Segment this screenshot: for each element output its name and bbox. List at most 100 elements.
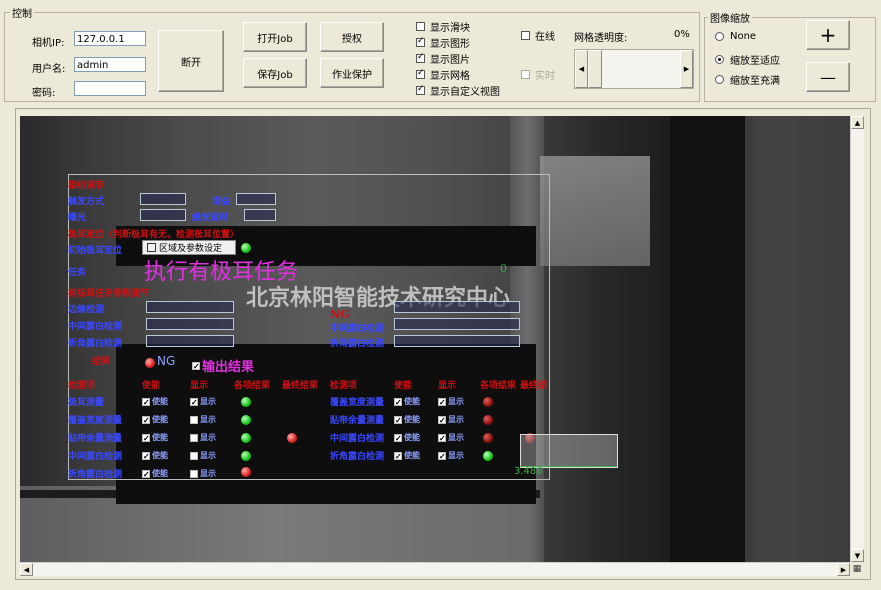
edge-detect-field-right[interactable] xyxy=(394,301,520,313)
zoom-group-title: 图像缩放 xyxy=(708,10,752,25)
checkbox-icon xyxy=(438,397,446,407)
edge-detect-field[interactable] xyxy=(146,301,234,313)
job-protect-button[interactable]: 作业保护 xyxy=(320,58,384,88)
password-label: 密码: xyxy=(32,88,56,99)
header-show-right: 显示 xyxy=(438,381,457,391)
show-image-checkbox[interactable]: 显示图片 xyxy=(416,51,470,66)
fold-white-detect-field-right[interactable] xyxy=(394,335,520,347)
username-input[interactable]: admin xyxy=(74,57,146,72)
mid-white-detect-label: 中间露白检测 xyxy=(68,322,123,332)
item-result-led-right xyxy=(482,396,494,408)
result-label: 结果 xyxy=(92,357,111,367)
zoom-fit-radio[interactable]: 缩放至适应 xyxy=(715,52,780,67)
slider-thumb[interactable] xyxy=(588,50,602,88)
enable-checkbox-right[interactable]: 使能 xyxy=(394,432,420,443)
scroll-down-arrow-icon[interactable]: ▼ xyxy=(851,549,864,562)
image-viewer[interactable]: 相机调节 触发方式 增益 曝光 触发延时 极耳定位（判断极耳有无，检测极耳位置）… xyxy=(20,116,864,562)
output-result-checkbox[interactable]: 输出结果 xyxy=(192,356,254,375)
online-checkbox[interactable]: 在线 xyxy=(521,28,555,43)
enable-checkbox[interactable]: 使能 xyxy=(142,468,168,479)
row-label: 折角露白检测 xyxy=(68,470,123,480)
zoom-out-button[interactable]: — xyxy=(806,62,850,92)
show-custom-view-checkbox[interactable]: 显示自定义视图 xyxy=(416,83,500,98)
save-job-button[interactable]: 保存Job xyxy=(243,58,307,88)
show-slider-checkbox[interactable]: 显示滑块 xyxy=(416,19,470,34)
enable-checkbox-right[interactable]: 使能 xyxy=(394,414,420,425)
zoom-in-button[interactable]: + xyxy=(806,20,850,50)
header-each-result: 各项结果 xyxy=(234,381,271,391)
item-result-led xyxy=(240,396,252,408)
camera-ip-input[interactable]: 127.0.0.1 xyxy=(74,31,146,46)
checkbox-icon xyxy=(190,433,198,442)
open-job-button[interactable]: 打开Job xyxy=(243,22,307,52)
horizontal-scrollbar[interactable]: ◀ ▶ xyxy=(20,562,850,576)
scroll-up-arrow-icon[interactable]: ▲ xyxy=(851,116,864,129)
show-checkbox-right[interactable]: 显示 xyxy=(438,450,464,461)
item-result-led-right xyxy=(482,432,494,444)
show-checkbox-right[interactable]: 显示 xyxy=(438,396,464,407)
disconnect-button[interactable]: 断开 xyxy=(158,30,224,92)
item-result-led xyxy=(240,450,252,462)
trigger-mode-label: 触发方式 xyxy=(68,197,105,207)
checkbox-icon xyxy=(142,433,150,443)
grid-corner-icon: ▦ xyxy=(852,564,862,574)
header-item-right: 检测项 xyxy=(330,381,358,391)
show-checkbox-right[interactable]: 显示 xyxy=(438,414,464,425)
checkbox-icon xyxy=(438,433,446,443)
item-result-led-right xyxy=(482,450,494,462)
trigger-delay-input[interactable] xyxy=(244,209,276,221)
grid-opacity-slider[interactable]: ◀ ▶ xyxy=(574,49,694,89)
checkbox-icon xyxy=(142,415,150,425)
task-param-title: 有极耳任务参数调节 xyxy=(68,289,150,299)
result-value: NG xyxy=(157,354,176,368)
mid-white-detect-label-right: 中间露白检测 xyxy=(330,324,385,334)
fold-white-detect-label-right: 折角露白检测 xyxy=(330,339,385,349)
grid-opacity-value: 0% xyxy=(674,29,690,40)
enable-checkbox-right[interactable]: 使能 xyxy=(394,450,420,461)
enable-checkbox[interactable]: 使能 xyxy=(142,414,168,425)
zoom-none-radio[interactable]: None xyxy=(715,31,756,42)
scroll-right-arrow-icon[interactable]: ▶ xyxy=(837,563,850,576)
scroll-left-arrow-icon[interactable]: ◀ xyxy=(20,563,33,576)
show-checkbox[interactable]: 显示 xyxy=(190,468,216,479)
region-param-button[interactable]: 区域及参数设定 xyxy=(142,240,236,255)
authorize-button[interactable]: 授权 xyxy=(320,22,384,52)
show-graphics-checkbox[interactable]: 显示图形 xyxy=(416,35,470,50)
vertical-scrollbar[interactable]: ▲ ▼ xyxy=(850,116,864,562)
password-input[interactable] xyxy=(74,81,146,96)
mid-white-detect-field[interactable] xyxy=(146,318,234,330)
username-label: 用户名: xyxy=(32,64,66,75)
checkbox-icon xyxy=(521,70,530,79)
enable-checkbox[interactable]: 使能 xyxy=(142,396,168,407)
radio-icon xyxy=(715,32,724,41)
checkbox-icon xyxy=(416,38,425,47)
enable-checkbox[interactable]: 使能 xyxy=(142,432,168,443)
show-checkbox[interactable]: 显示 xyxy=(190,450,216,461)
header-final-result-right: 最终结 xyxy=(520,381,548,391)
show-checkbox[interactable]: 显示 xyxy=(190,396,216,407)
checkbox-icon xyxy=(394,433,402,443)
checkbox-icon xyxy=(142,451,150,461)
slider-right-arrow-icon[interactable]: ▶ xyxy=(680,50,693,88)
enable-checkbox[interactable]: 使能 xyxy=(142,450,168,461)
row-label: 覆盖宽度测量 xyxy=(68,416,123,426)
show-checkbox[interactable]: 显示 xyxy=(190,414,216,425)
zoom-fill-radio[interactable]: 缩放至充满 xyxy=(715,72,780,87)
show-checkbox[interactable]: 显示 xyxy=(190,432,216,443)
mid-white-detect-field-right[interactable] xyxy=(394,318,520,330)
row-label-right: 折角露白检测 xyxy=(330,452,385,462)
checkbox-icon xyxy=(142,469,150,479)
show-checkbox-right[interactable]: 显示 xyxy=(438,432,464,443)
item-result-led xyxy=(240,432,252,444)
checkbox-icon xyxy=(192,361,200,371)
fold-white-detect-field[interactable] xyxy=(146,335,234,347)
show-grid-checkbox[interactable]: 显示网格 xyxy=(416,67,470,82)
gain-input[interactable] xyxy=(236,193,276,205)
trigger-mode-select[interactable] xyxy=(140,193,186,205)
checkbox-icon xyxy=(394,451,402,461)
checkbox-icon xyxy=(190,397,198,407)
enable-checkbox-right[interactable]: 使能 xyxy=(394,396,420,407)
radio-icon xyxy=(715,55,724,64)
slider-left-arrow-icon[interactable]: ◀ xyxy=(575,50,588,88)
exposure-input[interactable] xyxy=(140,209,186,221)
